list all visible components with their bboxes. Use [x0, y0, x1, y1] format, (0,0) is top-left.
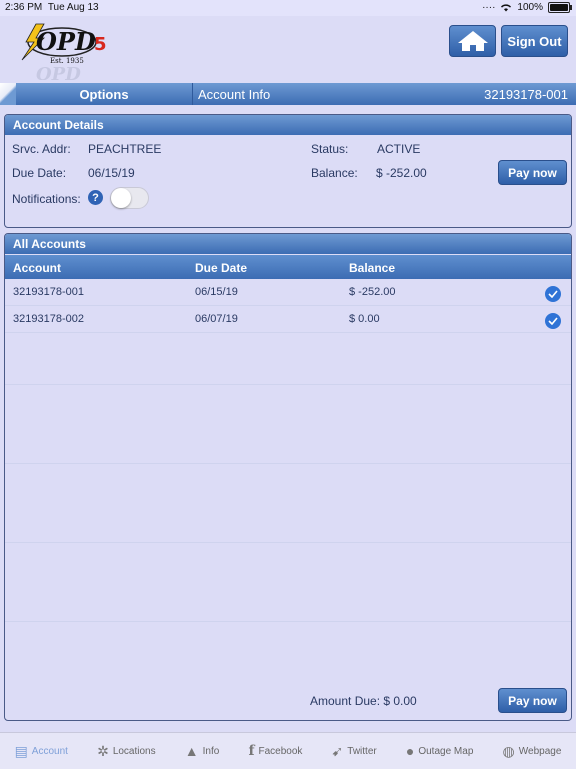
- header: OPD 5 Est. 1935 OPD Sign Out: [0, 16, 576, 82]
- tab-twitter-label: Twitter: [347, 745, 377, 757]
- options-button[interactable]: Options: [16, 83, 193, 105]
- row-account: 32193178-002: [13, 313, 84, 325]
- tab-info[interactable]: ▲ Info: [185, 743, 220, 759]
- account-details-panel: Account Details Srvc. Addr: PEACHTREE St…: [4, 114, 572, 228]
- current-account-number: 32193178-001: [484, 87, 568, 102]
- tab-twitter[interactable]: ➹ Twitter: [332, 743, 377, 760]
- wifi-icon: [501, 4, 512, 12]
- empty-row-divider: [5, 542, 571, 543]
- help-icon[interactable]: ?: [88, 190, 103, 205]
- battery-percent: 100%: [517, 2, 543, 13]
- checkmark-icon: [545, 313, 561, 329]
- due-date-value: 06/15/19: [88, 166, 135, 180]
- home-icon: [457, 31, 488, 51]
- status-label: Status:: [311, 142, 349, 156]
- col-account: Account: [13, 261, 61, 275]
- toggle-knob: [111, 188, 131, 208]
- balance-value: $ -252.00: [376, 166, 427, 180]
- status-bar: 2:36 PM Tue Aug 13 ···· 100%: [0, 0, 576, 16]
- tab-outage-map[interactable]: ● Outage Map: [406, 743, 474, 759]
- cellular-dots-icon: ····: [482, 2, 496, 13]
- tab-account[interactable]: ▤ Account: [15, 743, 68, 760]
- warning-icon: ▲: [184, 743, 199, 759]
- sign-out-button[interactable]: Sign Out: [501, 25, 568, 57]
- status-time: 2:36 PM Tue Aug 13: [5, 2, 99, 13]
- srvc-addr-label: Srvc. Addr:: [12, 142, 71, 156]
- tab-webpage-label: Webpage: [518, 745, 562, 757]
- table-row[interactable]: 32193178-002 06/07/19 $ 0.00: [5, 306, 571, 333]
- all-accounts-heading: All Accounts: [5, 234, 571, 254]
- due-date-label: Due Date:: [12, 166, 67, 180]
- tab-locations[interactable]: ✲ Locations: [97, 743, 156, 760]
- table-row[interactable]: 32193178-001 06/15/19 $ -252.00: [5, 279, 571, 306]
- row-account: 32193178-001: [13, 286, 84, 298]
- empty-row-divider: [5, 621, 571, 622]
- notifications-label: Notifications:: [12, 192, 81, 206]
- id-card-icon: ▤: [14, 742, 28, 759]
- nav-bar: Options Account Info 32193178-001: [0, 83, 576, 105]
- globe-icon: ◍: [502, 742, 515, 759]
- tab-locations-label: Locations: [112, 745, 156, 757]
- amount-due: Amount Due: $ 0.00: [310, 694, 417, 708]
- twitter-icon: ➹: [331, 742, 344, 759]
- col-due-date: Due Date: [195, 261, 248, 275]
- checkmark-icon: [545, 286, 561, 302]
- facebook-icon: f: [248, 743, 255, 759]
- page-title: Account Info: [198, 87, 271, 102]
- balance-label: Balance:: [311, 166, 358, 180]
- accounts-table-header: Account Due Date Balance: [5, 255, 571, 279]
- tab-account-label: Account: [31, 745, 68, 757]
- tab-webpage[interactable]: ◍ Webpage: [503, 743, 562, 760]
- opd5-logo: OPD 5 Est. 1935 OPD: [21, 23, 107, 80]
- page-curl: [0, 83, 16, 105]
- accounts-table-body: 32193178-001 06/15/19 $ -252.00 32193178…: [5, 279, 571, 333]
- empty-row-divider: [5, 384, 571, 385]
- status-right: ···· 100%: [482, 2, 572, 13]
- row-balance: $ 0.00: [349, 313, 380, 325]
- tab-outage-map-label: Outage Map: [418, 745, 474, 757]
- tab-facebook-label: Facebook: [258, 745, 303, 757]
- tab-info-label: Info: [202, 745, 220, 757]
- pay-now-button[interactable]: Pay now: [498, 160, 567, 185]
- lightbulb-icon: ●: [405, 743, 415, 759]
- empty-row-divider: [5, 463, 571, 464]
- pay-now-bottom-button[interactable]: Pay now: [498, 688, 567, 713]
- row-due-date: 06/07/19: [195, 313, 238, 325]
- svg-text:OPD: OPD: [36, 64, 81, 80]
- home-button[interactable]: [449, 25, 496, 57]
- notifications-toggle[interactable]: [110, 187, 149, 209]
- svg-text:5: 5: [94, 34, 107, 55]
- srvc-addr-value: PEACHTREE: [88, 142, 162, 156]
- tab-bar: ▤ Account ✲ Locations ▲ Info f Facebook …: [0, 732, 576, 769]
- account-details-heading: Account Details: [5, 115, 571, 135]
- compass-icon: ✲: [97, 742, 109, 759]
- row-due-date: 06/15/19: [195, 286, 238, 298]
- row-balance: $ -252.00: [349, 286, 396, 298]
- tab-facebook[interactable]: f Facebook: [248, 743, 302, 759]
- svg-text:OPD: OPD: [36, 27, 96, 56]
- status-value: ACTIVE: [377, 142, 421, 156]
- all-accounts-panel: All Accounts Account Due Date Balance 32…: [4, 233, 572, 721]
- battery-icon: [548, 2, 572, 13]
- col-balance: Balance: [349, 261, 396, 275]
